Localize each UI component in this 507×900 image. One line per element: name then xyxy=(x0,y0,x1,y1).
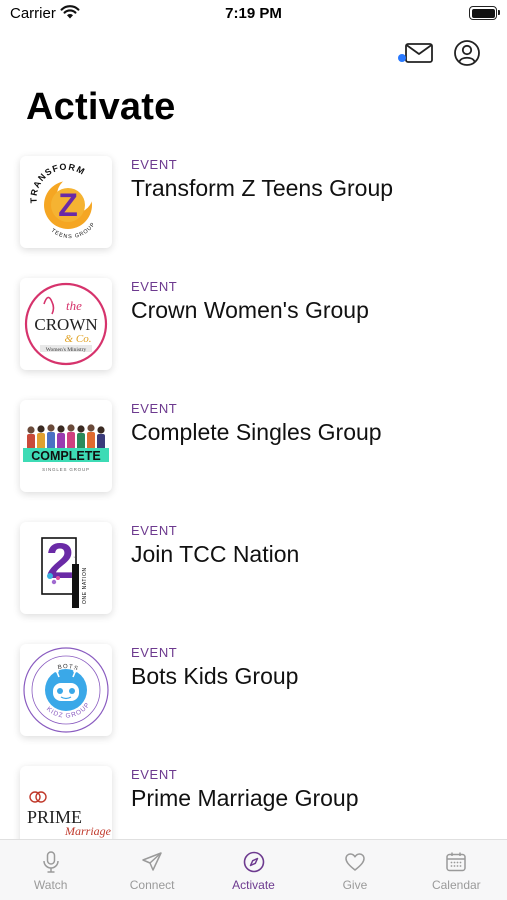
logo-script: the xyxy=(66,298,82,313)
status-bar: Carrier 7:19 PM xyxy=(0,0,507,30)
event-logo: Z TRANSFORM TEENS GROUP xyxy=(20,156,112,248)
tab-label: Watch xyxy=(33,878,68,892)
list-item[interactable]: the CROWN & Co. Women's Ministry EVENT C… xyxy=(0,270,507,390)
logo-script: Marriage xyxy=(64,824,111,838)
account-icon xyxy=(454,40,480,66)
mail-button[interactable] xyxy=(398,38,435,68)
event-type-label: EVENT xyxy=(131,157,178,172)
logo-sub: Women's Ministry xyxy=(46,347,87,353)
logo-main: COMPLETE xyxy=(31,449,100,463)
event-title: Prime Marriage Group xyxy=(131,785,359,811)
tab-connect[interactable]: Connect xyxy=(101,840,202,900)
logo-sub: SINGLES GROUP xyxy=(42,467,90,472)
crown-logo: the CROWN & Co. Women's Ministry xyxy=(24,282,108,366)
logo-digit-one: 1 xyxy=(73,557,75,559)
mail-icon xyxy=(405,43,433,63)
microphone-icon xyxy=(42,851,59,873)
event-title: Crown Women's Group xyxy=(131,297,369,323)
event-logo: BOTS KIDZ GROUP xyxy=(20,644,112,736)
event-logo: the CROWN & Co. Women's Ministry xyxy=(20,278,112,370)
clock: 7:19 PM xyxy=(225,5,282,22)
list-item[interactable]: COMPLETE SINGLES GROUP EVENT Complete Si… xyxy=(0,392,507,512)
heart-icon xyxy=(345,853,365,871)
complete-logo: COMPLETE SINGLES GROUP xyxy=(23,424,109,472)
logo-co: & Co. xyxy=(65,333,92,345)
event-title: Join TCC Nation xyxy=(131,541,300,567)
calendar-icon xyxy=(446,852,467,872)
tab-label: Give xyxy=(342,878,368,892)
tab-activate[interactable]: Activate xyxy=(203,840,304,900)
page-title: Activate xyxy=(26,86,176,128)
event-type-label: EVENT xyxy=(131,401,178,416)
logo-letter: Z xyxy=(58,187,78,223)
tab-give[interactable]: Give xyxy=(304,840,405,900)
tcc-nation-logo: 2 1 ONE NATION xyxy=(41,533,88,608)
event-type-label: EVENT xyxy=(131,523,178,538)
list-item[interactable]: BOTS KIDZ GROUP EVENT Bots Kids Group xyxy=(0,636,507,756)
list-item[interactable]: Z TRANSFORM TEENS GROUP EVENT Transform … xyxy=(0,148,507,268)
header-actions xyxy=(398,38,483,68)
event-logo: COMPLETE SINGLES GROUP xyxy=(20,400,112,492)
tab-bar: Watch Connect Activate Give Calendar xyxy=(0,839,507,900)
battery-icon xyxy=(469,6,500,20)
event-type-label: EVENT xyxy=(131,767,178,782)
logo-digit-two: 2 xyxy=(46,533,74,589)
event-title: Transform Z Teens Group xyxy=(131,175,394,201)
event-logo: 2 1 ONE NATION xyxy=(20,522,112,614)
transform-z-logo: Z TRANSFORM TEENS GROUP xyxy=(29,162,96,241)
notification-dot xyxy=(398,54,406,62)
tab-label: Connect xyxy=(129,878,175,892)
tab-calendar[interactable]: Calendar xyxy=(406,840,507,900)
people-illustration xyxy=(27,424,105,450)
event-title: Complete Singles Group xyxy=(131,419,382,445)
event-title: Bots Kids Group xyxy=(131,663,299,689)
compass-icon xyxy=(243,851,264,873)
event-type-label: EVENT xyxy=(131,279,178,294)
tab-label: Activate xyxy=(232,878,275,892)
paper-plane-icon xyxy=(142,852,162,871)
bots-kids-logo: BOTS KIDZ GROUP xyxy=(23,647,109,733)
list-item[interactable]: 2 1 ONE NATION EVENT Join TCC Nation xyxy=(0,514,507,634)
logo-main: CROWN xyxy=(34,315,97,334)
event-type-label: EVENT xyxy=(131,645,178,660)
account-button[interactable] xyxy=(451,38,483,68)
tab-watch[interactable]: Watch xyxy=(0,840,101,900)
tab-label: Calendar xyxy=(431,878,481,892)
logo-side-text: ONE NATION xyxy=(82,567,88,604)
